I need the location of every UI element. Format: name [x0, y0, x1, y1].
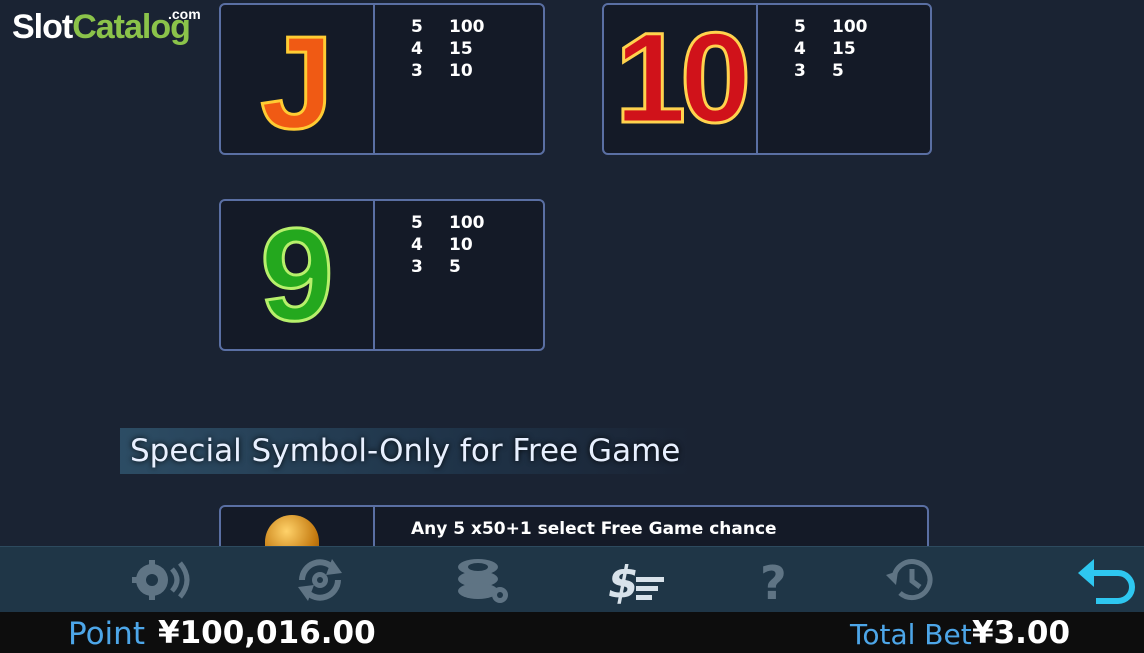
paytable-icon: $ [608, 557, 664, 605]
symbol-9-icon: 9 [221, 201, 375, 349]
symbol-j-glyph: J [259, 9, 335, 156]
paytable-card-9: 9 5 100 4 10 35 [219, 199, 545, 351]
chips-settings-button[interactable] [450, 553, 514, 607]
pay-row: 5 100 [794, 17, 868, 39]
paytable-button[interactable]: $ [606, 553, 670, 607]
pay-count: 4 [411, 39, 423, 59]
bottom-toolbar: $ ? [0, 546, 1144, 613]
symbol-9-glyph: 9 [259, 201, 335, 348]
pay-count: 3 [411, 257, 423, 277]
pay-count: 4 [411, 235, 423, 255]
pay-count: 5 [411, 17, 423, 37]
pay-value: 100 [832, 17, 868, 37]
help-button[interactable]: ? [744, 553, 808, 607]
autoplay-button[interactable] [288, 553, 352, 607]
pay-value: 15 [449, 39, 473, 59]
pay-value: 100 [449, 213, 485, 233]
pay-rows: 5 100 4 10 35 [411, 213, 485, 279]
chips-settings-icon [458, 559, 508, 603]
svg-text:?: ? [760, 556, 787, 605]
status-bar: Point ¥100,016.00 Total Bet ¥3.00 [0, 612, 1144, 653]
paytable-card-j: J 5 100 4 15 3 10 [219, 3, 545, 155]
total-bet-value: ¥3.00 [972, 615, 1071, 651]
pay-row: 3 10 [411, 61, 485, 83]
pay-count: 5 [411, 213, 423, 233]
pay-row: 35 [411, 257, 485, 279]
pay-row: 4 15 [411, 39, 485, 61]
pay-count: 5 [794, 17, 806, 37]
history-button[interactable] [880, 553, 944, 607]
total-bet-label: Total Bet [850, 618, 972, 651]
back-icon [1078, 559, 1135, 604]
svg-text:$: $ [608, 557, 639, 605]
pay-row: 5 100 [411, 213, 485, 235]
point-label: Point [68, 616, 145, 652]
help-icon: ? [760, 556, 787, 605]
special-symbol-description: Any 5 x50+1 select Free Game chance [411, 519, 777, 539]
pay-count: 3 [794, 61, 806, 81]
special-symbol-title: Special Symbol-Only for Free Game [130, 433, 681, 469]
pay-value: 100 [449, 17, 485, 37]
point-value: ¥100,016.00 [158, 615, 376, 651]
symbol-10-glyph: 10 [613, 7, 752, 150]
sound-settings-button[interactable] [130, 553, 194, 607]
pay-row: 4 15 [794, 39, 868, 61]
pay-row: 4 10 [411, 235, 485, 257]
pay-rows: 5 100 4 15 3 10 [411, 17, 485, 83]
paytable-card-10: 10 5 100 4 15 35 [602, 3, 932, 155]
pay-row: 5 100 [411, 17, 485, 39]
symbol-10-icon: 10 [604, 5, 758, 153]
pay-value: 15 [832, 39, 856, 59]
logo-suffix: .com [168, 6, 201, 22]
pay-count: 3 [411, 61, 423, 81]
pay-value: 10 [449, 61, 473, 81]
pay-row: 35 [794, 61, 868, 83]
pay-value: 5 [832, 61, 844, 81]
pay-rows: 5 100 4 15 35 [794, 17, 868, 83]
sound-settings-icon [132, 560, 190, 600]
pay-value: 5 [449, 257, 461, 277]
symbol-j-icon: J [221, 5, 375, 153]
special-symbol-heading: Special Symbol-Only for Free Game [120, 428, 690, 474]
logo-part-1: Slot [12, 8, 73, 46]
slotcatalog-logo: SlotCatalog .com [12, 6, 201, 47]
history-icon [886, 559, 933, 601]
pay-value: 10 [449, 235, 473, 255]
autoplay-icon [298, 559, 342, 601]
back-button[interactable] [1074, 553, 1138, 607]
pay-count: 4 [794, 39, 806, 59]
